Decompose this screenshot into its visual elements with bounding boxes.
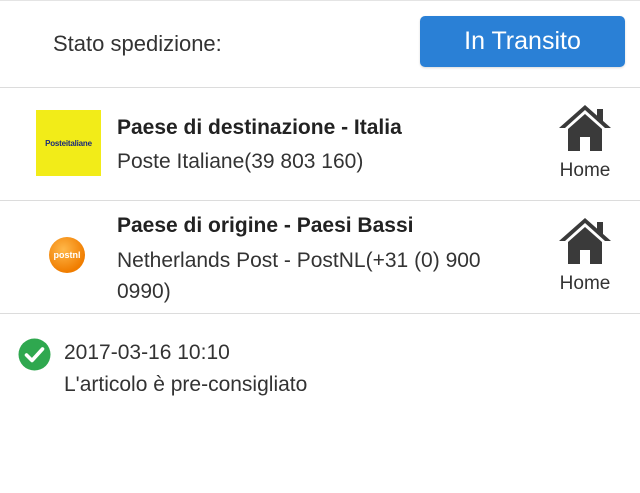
carrier-row-destination: Posteitaliane Paese di destinazione - It…: [0, 88, 640, 201]
postnl-logo-text: postnl: [53, 250, 81, 260]
home-icon: [559, 105, 611, 151]
home-label: Home: [559, 160, 611, 181]
event-description: L'articolo è pre-consigliato: [64, 373, 308, 396]
carrier-title: Paese di destinazione - Italia: [117, 116, 402, 139]
status-label: Stato spedizione:: [53, 31, 222, 56]
status-badge[interactable]: In Transito: [420, 16, 625, 67]
home-link-destination[interactable]: Home: [548, 104, 622, 184]
carrier-contact: Poste Italiane(39 803 160): [117, 150, 364, 173]
poste-italiane-logo: Posteitaliane: [36, 110, 101, 176]
carrier-row-origin: postnl Paese di origine - Paesi Bassi Ne…: [0, 201, 640, 314]
shipment-status-row: Stato spedizione: In Transito: [0, 1, 640, 88]
postnl-logo: postnl: [49, 237, 85, 273]
check-circle-icon: [18, 338, 51, 371]
home-icon: [559, 218, 611, 264]
carrier-title: Paese di origine - Paesi Bassi: [117, 214, 414, 237]
carrier-contact: Netherlands Post - PostNL(+31 (0) 900 09…: [117, 249, 481, 303]
poste-italiane-logo-text: Posteitaliane: [45, 138, 92, 148]
home-label: Home: [559, 273, 611, 294]
event-timestamp: 2017-03-16 10:10: [64, 341, 230, 364]
home-link-origin[interactable]: Home: [548, 217, 622, 297]
tracking-event: 2017-03-16 10:10 L'articolo è pre-consig…: [0, 314, 640, 414]
